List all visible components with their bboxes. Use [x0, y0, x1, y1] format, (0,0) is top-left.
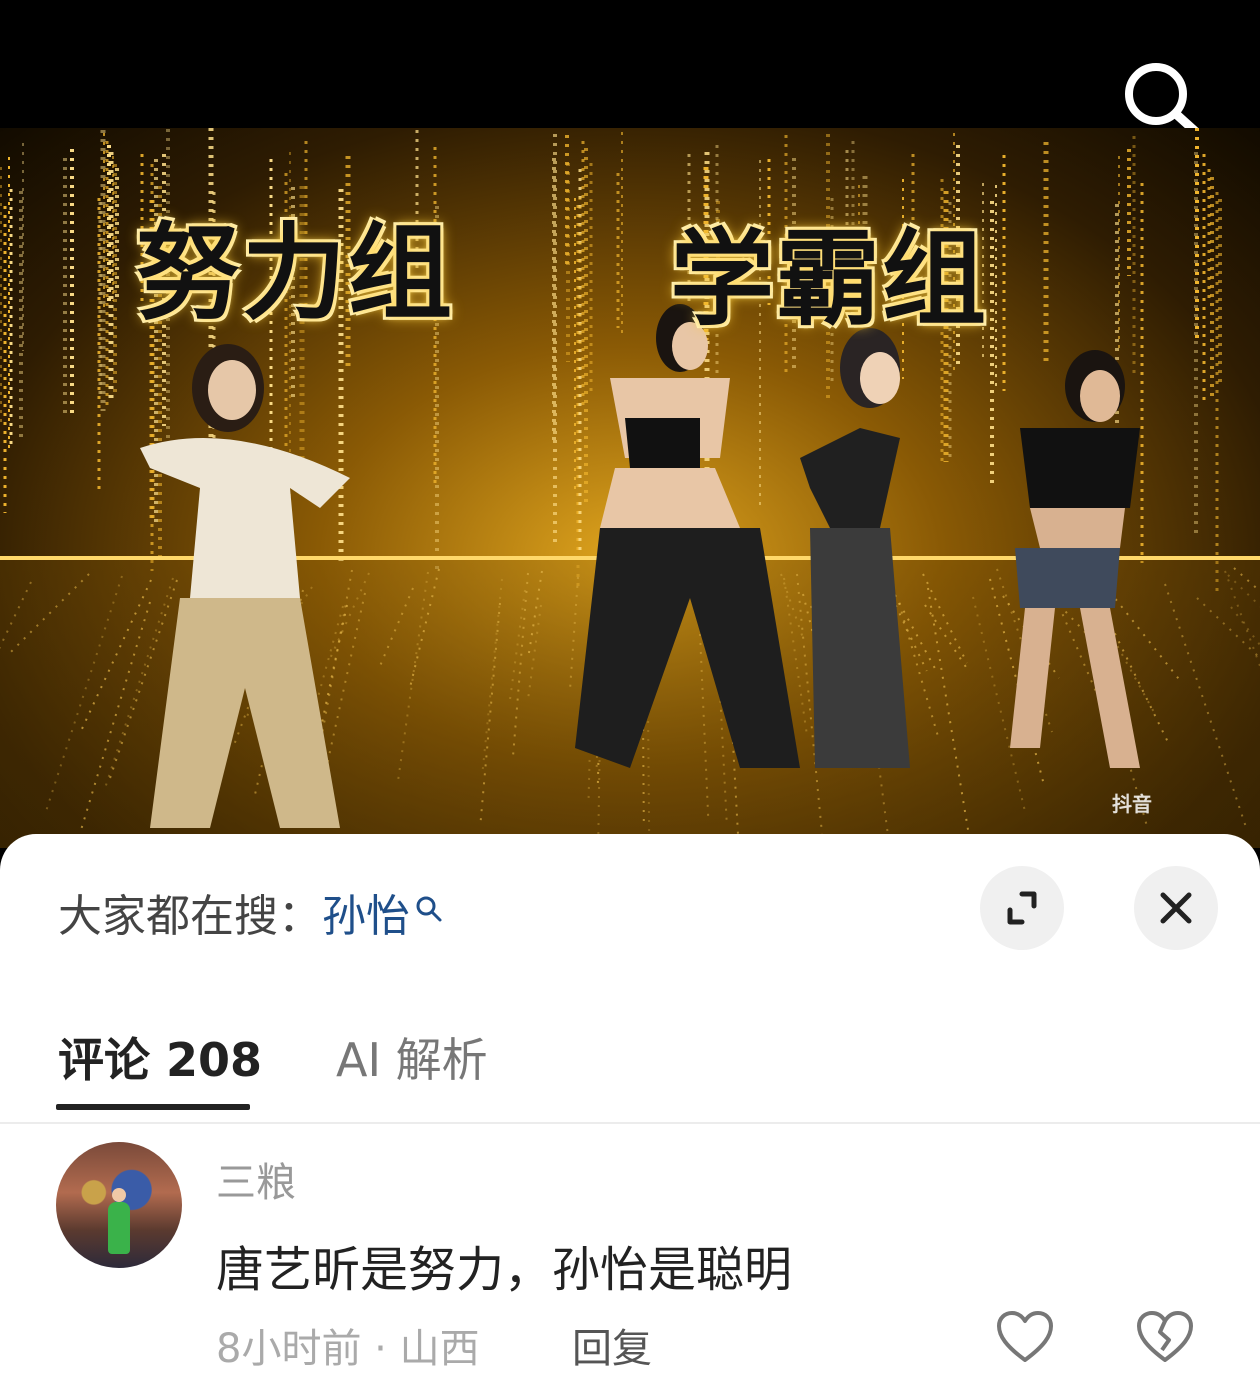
like-button[interactable]	[996, 1310, 1054, 1364]
comment-username[interactable]: 三粮	[216, 1150, 296, 1208]
tab-bar: 评论 208 AI 解析	[0, 1024, 1260, 1124]
close-button[interactable]	[1134, 866, 1218, 950]
active-tab-indicator	[56, 1104, 250, 1110]
dancer-3	[800, 328, 910, 768]
search-icon	[414, 884, 444, 935]
comment-text: 唐艺昕是努力，孙怡是聪明	[216, 1242, 793, 1298]
tab-comments-label: 评论	[58, 1033, 150, 1087]
tab-comments-count: 208	[166, 1033, 263, 1087]
dislike-button[interactable]	[1136, 1310, 1194, 1364]
divider	[0, 1122, 1260, 1124]
hot-search-bar[interactable]: 大家都在搜： 孙怡	[58, 880, 444, 944]
video-title-right: 学霸组	[670, 218, 989, 340]
platform-watermark: 抖音	[1112, 792, 1152, 816]
video-player[interactable]: 努力组 学霸组 抖音	[0, 128, 1260, 848]
tab-ai-analysis[interactable]: AI 解析	[336, 1024, 488, 1090]
comment-item: 三粮 唐艺昕是努力，孙怡是聪明 8小时前 · 山西 回复	[0, 1134, 1260, 1394]
expand-icon	[1007, 891, 1037, 925]
search-icon	[1125, 63, 1201, 137]
top-bar	[0, 0, 1260, 128]
comment-meta: 8小时前 · 山西	[216, 1326, 480, 1372]
expand-button[interactable]	[980, 866, 1064, 950]
tab-comments[interactable]: 评论 208	[58, 1024, 262, 1090]
hot-search-keyword[interactable]: 孙怡	[322, 880, 410, 944]
comments-sheet: 大家都在搜： 孙怡 评论 208 AI 解析 三粮 唐艺昕是努力，孙怡是聪明 8…	[0, 834, 1260, 1400]
reply-button[interactable]: 回复	[572, 1316, 652, 1374]
hot-search-prefix: 大家都在搜：	[58, 891, 322, 942]
search-button[interactable]	[1118, 58, 1204, 138]
heart-icon	[997, 1311, 1053, 1362]
avatar-figure-head	[112, 1188, 126, 1202]
avatar[interactable]	[56, 1142, 182, 1268]
video-title-left: 努力组	[136, 212, 455, 334]
avatar-figure-body	[108, 1202, 130, 1254]
close-icon	[1160, 892, 1192, 924]
broken-heart-icon	[1137, 1311, 1193, 1362]
